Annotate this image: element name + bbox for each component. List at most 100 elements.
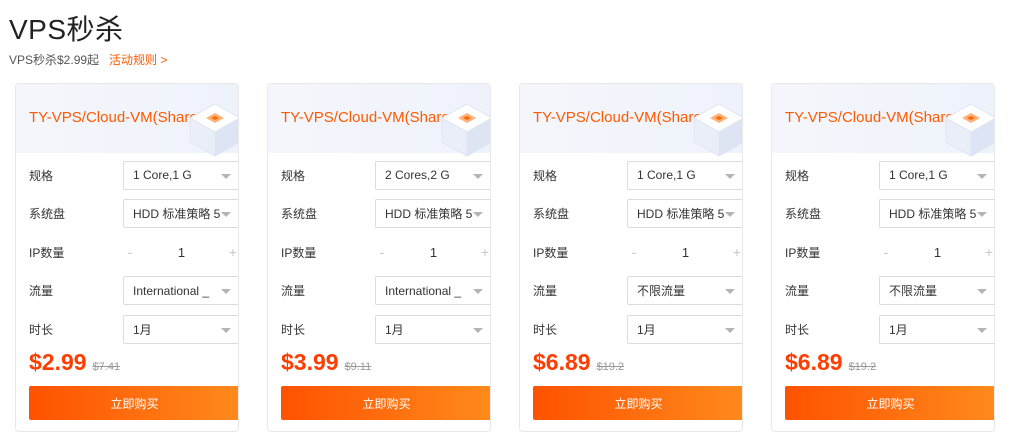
ip-count-input[interactable]: 1 xyxy=(893,245,982,260)
buy-now-button[interactable]: 立即购买 xyxy=(533,386,742,420)
disk-value: HDD 标准策略 5 xyxy=(637,207,725,221)
buy-now-button[interactable]: 立即购买 xyxy=(29,386,238,420)
increment-button[interactable]: + xyxy=(478,244,490,260)
disk-select[interactable]: HDD 标准策略 5 xyxy=(123,199,238,228)
server-cube-icon xyxy=(692,103,742,157)
spec-label: 规格 xyxy=(281,168,306,183)
ip-count-input[interactable]: 1 xyxy=(137,245,226,260)
decrement-button[interactable]: - xyxy=(375,244,389,260)
page-subtitle-row: VPS秒杀$2.99起 活动规则 > xyxy=(9,51,167,68)
duration-select[interactable]: 1月 xyxy=(123,314,238,344)
ip-count-input[interactable]: 1 xyxy=(641,245,730,260)
duration-row: 时长 1月 xyxy=(281,314,490,344)
ip-quantity-stepper: - 1 + xyxy=(375,238,490,267)
decrement-button[interactable]: - xyxy=(879,244,893,260)
spec-value: 2 Cores,2 G xyxy=(385,168,450,182)
traffic-row: 流量 International _ xyxy=(29,276,238,306)
disk-value: HDD 标准策略 5 xyxy=(133,207,221,221)
chevron-down-icon xyxy=(977,327,987,333)
traffic-row: 流量 不限流量 xyxy=(785,276,994,306)
traffic-label: 流量 xyxy=(533,284,558,298)
product-card: TY-VPS/Cloud-VM(Shared) 规格 1 Core,1 G 系统… xyxy=(771,83,995,432)
traffic-select[interactable]: International _ xyxy=(123,276,238,305)
spec-select[interactable]: 1 Core,1 G xyxy=(627,160,742,190)
server-cube-icon xyxy=(188,103,238,157)
increment-button[interactable]: + xyxy=(982,244,994,260)
decrement-button[interactable]: - xyxy=(627,244,641,260)
spec-select[interactable]: 2 Cores,2 G xyxy=(375,160,490,190)
traffic-value: 不限流量 xyxy=(889,284,938,298)
ip-row: IP数量 - 1 + xyxy=(29,237,238,267)
card-header: TY-VPS/Cloud-VM(Shared) xyxy=(772,84,994,157)
duration-select[interactable]: 1月 xyxy=(627,314,742,344)
buy-now-button[interactable]: 立即购买 xyxy=(281,386,490,420)
original-price: $19.2 xyxy=(848,361,877,373)
duration-value: 1月 xyxy=(889,322,908,337)
chevron-down-icon xyxy=(473,327,483,333)
disk-select[interactable]: HDD 标准策略 5 xyxy=(627,199,742,228)
chevron-down-icon xyxy=(977,212,987,217)
spec-select[interactable]: 1 Core,1 G xyxy=(123,160,238,190)
disk-value: HDD 标准策略 5 xyxy=(385,207,473,221)
decrement-button[interactable]: - xyxy=(123,244,137,260)
sale-price: $3.99 xyxy=(281,349,339,375)
disk-label: 系统盘 xyxy=(785,207,822,221)
disk-select[interactable]: HDD 标准策略 5 xyxy=(375,199,490,228)
spec-select[interactable]: 1 Core,1 G xyxy=(879,160,994,190)
duration-select[interactable]: 1月 xyxy=(375,314,490,344)
traffic-value: 不限流量 xyxy=(637,284,686,298)
buy-now-button[interactable]: 立即购买 xyxy=(785,386,994,420)
ip-quantity-stepper: - 1 + xyxy=(123,238,238,267)
spec-label: 规格 xyxy=(29,168,54,183)
duration-label: 时长 xyxy=(785,322,810,337)
product-card: TY-VPS/Cloud-VM(Shared) 规格 1 Core,1 G 系统… xyxy=(519,83,743,432)
increment-button[interactable]: + xyxy=(730,244,742,260)
ip-count-input[interactable]: 1 xyxy=(389,245,478,260)
product-card: TY-VPS/Cloud-VM(Shared) 规格 2 Cores,2 G 系… xyxy=(267,83,491,432)
original-price: $7.41 xyxy=(92,361,121,373)
chevron-down-icon xyxy=(725,289,735,294)
duration-label: 时长 xyxy=(533,322,558,337)
sale-price: $6.89 xyxy=(785,349,843,375)
spec-row: 规格 2 Cores,2 G xyxy=(281,160,490,190)
spec-label: 规格 xyxy=(533,168,558,183)
ip-row: IP数量 - 1 + xyxy=(785,237,994,267)
activity-rules-link[interactable]: 活动规则 > xyxy=(109,51,167,68)
server-cube-icon xyxy=(944,103,994,157)
config-rows: 规格 1 Core,1 G 系统盘 HDD 标准策略 5 IP数量 - 1 + xyxy=(533,160,742,353)
traffic-label: 流量 xyxy=(29,284,54,298)
disk-label: 系统盘 xyxy=(533,207,570,221)
price-line: $6.89 $19.2 xyxy=(785,349,876,376)
disk-select[interactable]: HDD 标准策略 5 xyxy=(879,199,994,228)
duration-select[interactable]: 1月 xyxy=(879,314,994,344)
traffic-label: 流量 xyxy=(785,284,810,298)
ip-row: IP数量 - 1 + xyxy=(281,237,490,267)
promo-subtitle: VPS秒杀$2.99起 xyxy=(9,53,100,67)
chevron-down-icon xyxy=(473,289,483,294)
increment-button[interactable]: + xyxy=(226,244,238,260)
spec-row: 规格 1 Core,1 G xyxy=(29,160,238,190)
traffic-select[interactable]: 不限流量 xyxy=(879,276,994,305)
disk-label: 系统盘 xyxy=(29,207,66,221)
duration-value: 1月 xyxy=(385,322,404,337)
price-line: $2.99 $7.41 xyxy=(29,349,120,376)
ip-label: IP数量 xyxy=(533,245,569,260)
duration-value: 1月 xyxy=(133,322,152,337)
disk-row: 系统盘 HDD 标准策略 5 xyxy=(29,199,238,229)
chevron-down-icon xyxy=(977,173,987,179)
duration-row: 时长 1月 xyxy=(533,314,742,344)
chevron-down-icon xyxy=(473,173,483,179)
ip-quantity-stepper: - 1 + xyxy=(879,238,994,267)
chevron-down-icon xyxy=(725,173,735,179)
chevron-down-icon xyxy=(977,289,987,294)
card-header: TY-VPS/Cloud-VM(Shared) xyxy=(520,84,742,157)
ip-label: IP数量 xyxy=(281,245,317,260)
price-line: $3.99 $9.11 xyxy=(281,349,371,376)
traffic-select[interactable]: 不限流量 xyxy=(627,276,742,305)
spec-value: 1 Core,1 G xyxy=(889,168,948,182)
product-cards: TY-VPS/Cloud-VM(Shared) 规格 1 Core,1 G 系统… xyxy=(15,83,995,432)
traffic-select[interactable]: International _ xyxy=(375,276,490,305)
spec-label: 规格 xyxy=(785,168,810,183)
traffic-value: International _ xyxy=(385,283,462,298)
chevron-down-icon xyxy=(725,327,735,333)
